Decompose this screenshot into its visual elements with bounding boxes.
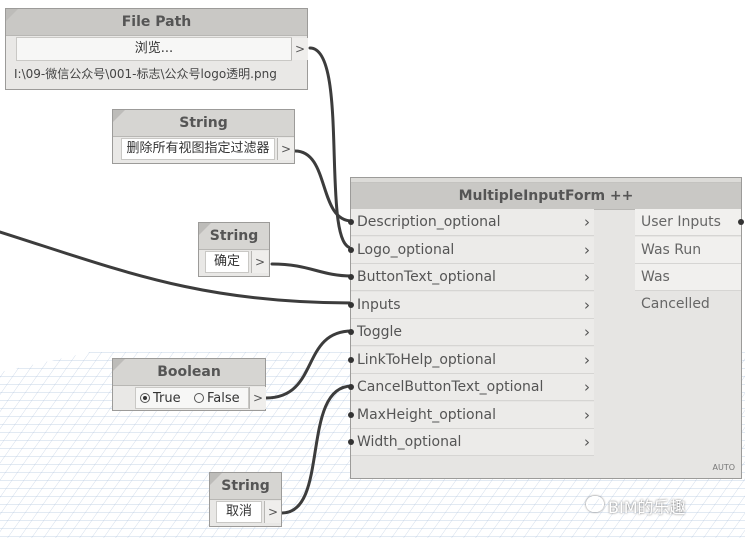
- input-port-row[interactable]: LinkToHelp_optional ›: [348, 346, 594, 374]
- input-port-label: Toggle: [357, 324, 403, 340]
- chevron-right-icon[interactable]: ›: [584, 319, 590, 346]
- node-corner: [199, 223, 211, 235]
- string-input-field[interactable]: 取消: [216, 501, 262, 523]
- port-chevron: >: [252, 391, 264, 405]
- chevron-right-icon[interactable]: ›: [584, 209, 590, 236]
- port-chevron: >: [267, 505, 279, 519]
- input-port-label: Inputs: [357, 296, 401, 313]
- string-node-header[interactable]: String: [199, 223, 269, 250]
- input-port-row[interactable]: Description_optional ›: [348, 209, 594, 236]
- input-port-row[interactable]: MaxHeight_optional ›: [348, 401, 594, 429]
- input-port-row[interactable]: Toggle ›: [348, 319, 594, 346]
- true-radio[interactable]: [140, 393, 150, 403]
- input-port-label: LinkToHelp_optional: [357, 351, 497, 368]
- string-input-field[interactable]: 确定: [205, 251, 249, 273]
- node-corner: [113, 359, 125, 371]
- input-port-label: ButtonText_optional: [357, 269, 496, 285]
- input-port-label: Description_optional: [357, 214, 501, 230]
- file-path-node[interactable]: File Path 浏览... > I:\09-微信公众号\001-标志\公众号…: [5, 8, 308, 90]
- input-port-dot[interactable]: [348, 246, 354, 253]
- radio-dot: [143, 396, 147, 400]
- port-chevron: >: [254, 255, 266, 269]
- output-port-row[interactable]: Was Run: [635, 236, 741, 264]
- node-title: String: [179, 115, 228, 131]
- wire-filepath-logo: [308, 46, 354, 250]
- file-path-node-header[interactable]: File Path: [6, 9, 307, 36]
- chevron-right-icon[interactable]: ›: [584, 264, 590, 291]
- port-chevron: >: [280, 142, 292, 156]
- output-port-label: Was Run: [641, 241, 702, 258]
- string-input-field[interactable]: 删除所有视图指定过滤器: [121, 138, 275, 160]
- node-corner: [113, 110, 125, 122]
- output-port-dot[interactable]: [738, 219, 744, 225]
- input-port-row[interactable]: Width_optional ›: [348, 429, 594, 456]
- multiple-input-form-node[interactable]: MultipleInputForm ++ Description_optiona…: [348, 177, 744, 479]
- input-port-row[interactable]: ButtonText_optional ›: [348, 264, 594, 291]
- input-port-label: Logo_optional: [357, 241, 455, 258]
- input-port-row[interactable]: CancelButtonText_optional ›: [348, 374, 594, 401]
- boolean-options: True False: [135, 387, 249, 409]
- chevron-right-icon[interactable]: ›: [584, 429, 590, 456]
- input-port-dot[interactable]: [348, 329, 354, 335]
- input-port-row[interactable]: Inputs ›: [348, 291, 594, 319]
- string-value: 取消: [225, 504, 252, 519]
- string-node-confirm[interactable]: String 确定 >: [198, 222, 270, 277]
- port-chevron: >: [294, 42, 306, 56]
- input-port-dot[interactable]: [348, 274, 354, 280]
- input-port-label: MaxHeight_optional: [357, 406, 496, 423]
- output-port-label: User Inputs: [641, 214, 721, 230]
- string-value: 确定: [213, 254, 240, 269]
- input-port-dot[interactable]: [348, 356, 354, 363]
- false-label[interactable]: False: [207, 388, 240, 410]
- wire-string-description: [293, 149, 354, 223]
- output-ports: User Inputs Was Run Was Cancelled: [635, 209, 744, 312]
- boolean-output-port[interactable]: >: [249, 387, 266, 409]
- node-title: File Path: [121, 14, 192, 30]
- string-node-cancel[interactable]: String 取消 >: [209, 472, 282, 527]
- node-corner: [210, 473, 222, 485]
- boolean-node[interactable]: Boolean True False >: [112, 358, 266, 411]
- browse-button[interactable]: 浏览...: [16, 37, 292, 61]
- false-radio[interactable]: [194, 393, 204, 403]
- input-port-dot[interactable]: [348, 219, 354, 225]
- chevron-right-icon[interactable]: ›: [584, 292, 590, 319]
- wire-confirm-buttontext: [270, 262, 354, 278]
- input-port-dot[interactable]: [348, 439, 354, 445]
- input-port-label: Width_optional: [357, 434, 462, 450]
- string-node-header[interactable]: String: [113, 110, 294, 137]
- string-node-description[interactable]: String 删除所有视图指定过滤器 >: [112, 109, 295, 164]
- chevron-right-icon[interactable]: ›: [584, 402, 590, 429]
- chevron-right-icon[interactable]: ›: [584, 374, 590, 401]
- input-port-row[interactable]: Logo_optional ›: [348, 236, 594, 264]
- input-port-dot[interactable]: [348, 384, 354, 390]
- file-path-value: I:\09-微信公众号\001-标志\公众号logo透明.png: [14, 67, 277, 81]
- multiple-input-form-header[interactable]: MultipleInputForm ++: [351, 183, 741, 210]
- node-corner: [6, 9, 18, 21]
- string-output-port[interactable]: >: [251, 251, 268, 273]
- string-output-port[interactable]: >: [264, 501, 281, 523]
- watermark-logo-icon: [586, 496, 604, 512]
- output-port-row[interactable]: User Inputs: [635, 209, 744, 236]
- chevron-right-icon[interactable]: ›: [584, 347, 590, 374]
- input-port-dot[interactable]: [348, 411, 354, 418]
- string-value: 删除所有视图指定过滤器: [126, 141, 270, 156]
- input-port-label: CancelButtonText_optional: [357, 379, 544, 395]
- file-path-output-port[interactable]: >: [291, 38, 308, 60]
- input-ports: Description_optional › Logo_optional › Butto…: [348, 209, 594, 459]
- node-title: MultipleInputForm ++: [458, 188, 634, 204]
- string-output-port[interactable]: >: [277, 138, 294, 160]
- input-port-dot[interactable]: [348, 301, 354, 308]
- chevron-right-icon[interactable]: ›: [584, 237, 590, 264]
- node-title: Boolean: [157, 364, 221, 380]
- boolean-node-header[interactable]: Boolean: [113, 359, 265, 386]
- watermark-text: BIM的乐趣: [608, 498, 686, 517]
- string-node-header[interactable]: String: [210, 473, 281, 500]
- browse-button-label: 浏览...: [134, 41, 174, 56]
- true-label[interactable]: True: [153, 388, 181, 410]
- lacing-indicator[interactable]: AUTO: [712, 463, 735, 472]
- output-port-row[interactable]: Was Cancelled: [635, 264, 741, 312]
- output-port-label: Was Cancelled: [641, 269, 710, 312]
- node-title: String: [209, 228, 259, 244]
- node-title: String: [221, 478, 270, 494]
